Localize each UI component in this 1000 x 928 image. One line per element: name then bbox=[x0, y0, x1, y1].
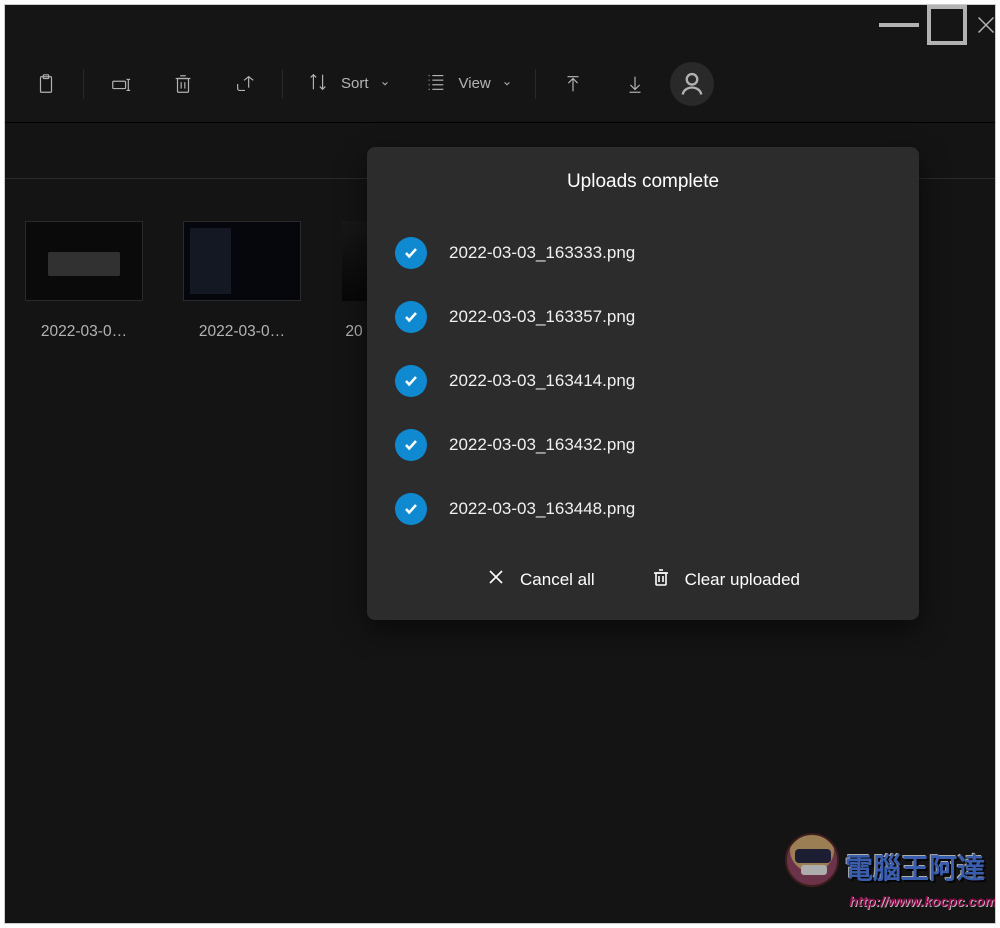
trash-icon bbox=[651, 567, 671, 592]
upload-filename: 2022-03-03_163357.png bbox=[449, 307, 635, 327]
file-name: 2022-03-0… bbox=[181, 323, 303, 341]
upload-button[interactable] bbox=[542, 62, 604, 106]
check-icon bbox=[395, 237, 427, 269]
thumbnail bbox=[25, 221, 143, 301]
popup-title: Uploads complete bbox=[367, 171, 919, 193]
clear-uploaded-button[interactable]: Clear uploaded bbox=[651, 567, 800, 592]
minimize-button[interactable] bbox=[875, 5, 923, 45]
close-button[interactable] bbox=[971, 5, 995, 45]
toolbar: Sort View bbox=[5, 45, 995, 123]
upload-row[interactable]: 2022-03-03_163414.png bbox=[395, 349, 891, 413]
clear-uploaded-label: Clear uploaded bbox=[685, 570, 800, 590]
file-item[interactable]: 2022-03-0… bbox=[181, 221, 303, 341]
separator bbox=[83, 69, 84, 99]
file-name: 2022-03-0… bbox=[23, 323, 145, 341]
view-button[interactable]: View bbox=[407, 62, 529, 106]
view-label: View bbox=[459, 75, 491, 92]
rename-button[interactable] bbox=[90, 62, 152, 106]
sort-label: Sort bbox=[341, 75, 369, 92]
window-titlebar bbox=[5, 5, 995, 45]
sort-icon bbox=[307, 71, 329, 97]
upload-filename: 2022-03-03_163333.png bbox=[449, 243, 635, 263]
maximize-button[interactable] bbox=[923, 5, 971, 45]
share-button[interactable] bbox=[214, 62, 276, 106]
cancel-all-button[interactable]: Cancel all bbox=[486, 567, 595, 592]
check-icon bbox=[395, 493, 427, 525]
check-icon bbox=[395, 301, 427, 333]
upload-filename: 2022-03-03_163414.png bbox=[449, 371, 635, 391]
upload-filename: 2022-03-03_163432.png bbox=[449, 435, 635, 455]
separator bbox=[282, 69, 283, 99]
check-icon bbox=[395, 365, 427, 397]
popup-actions: Cancel all Clear uploaded bbox=[367, 567, 919, 592]
chevron-down-icon bbox=[381, 75, 389, 92]
upload-filename: 2022-03-03_163448.png bbox=[449, 499, 635, 519]
delete-button[interactable] bbox=[152, 62, 214, 106]
upload-list: 2022-03-03_163333.png 2022-03-03_163357.… bbox=[367, 221, 919, 541]
thumbnail bbox=[183, 221, 301, 301]
upload-row[interactable]: 2022-03-03_163333.png bbox=[395, 221, 891, 285]
person-icon bbox=[678, 70, 706, 98]
close-icon bbox=[486, 567, 506, 592]
uploads-popup: Uploads complete 2022-03-03_163333.png 2… bbox=[367, 147, 919, 620]
file-item[interactable]: 2022-03-0… bbox=[23, 221, 145, 341]
separator bbox=[535, 69, 536, 99]
check-icon bbox=[395, 429, 427, 461]
file-name: 20 bbox=[339, 323, 369, 341]
sort-button[interactable]: Sort bbox=[289, 62, 407, 106]
upload-row[interactable]: 2022-03-03_163432.png bbox=[395, 413, 891, 477]
cancel-all-label: Cancel all bbox=[520, 570, 595, 590]
view-icon bbox=[425, 71, 447, 97]
upload-row[interactable]: 2022-03-03_163448.png bbox=[395, 477, 891, 541]
account-button[interactable] bbox=[670, 62, 714, 106]
download-button[interactable] bbox=[604, 62, 666, 106]
upload-row[interactable]: 2022-03-03_163357.png bbox=[395, 285, 891, 349]
chevron-down-icon bbox=[503, 75, 511, 92]
paste-button[interactable] bbox=[15, 62, 77, 106]
